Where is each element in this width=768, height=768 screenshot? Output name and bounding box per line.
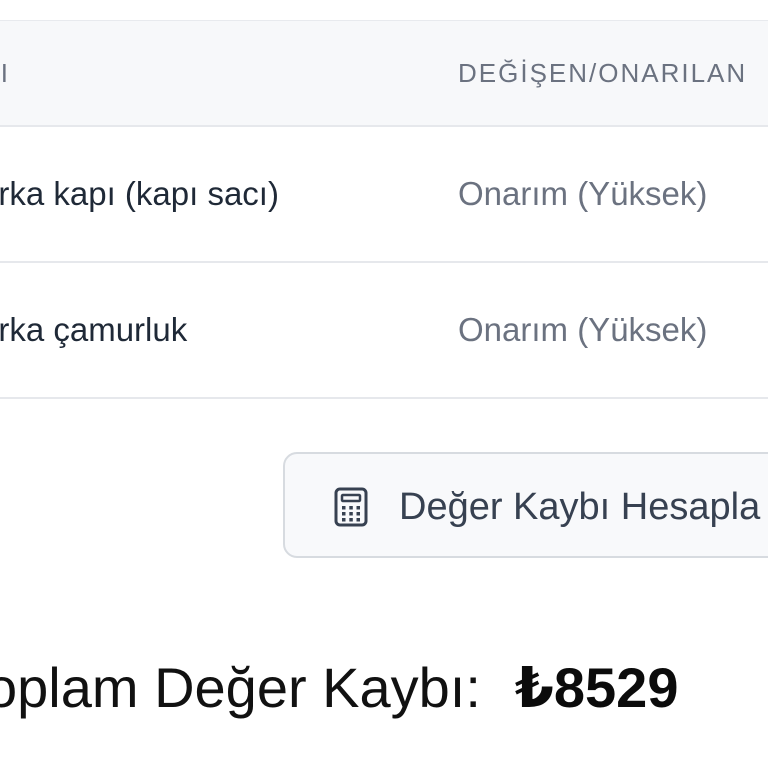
part-name-cell: arka kapı (kapı sacı) — [0, 175, 279, 212]
depreciation-panel: DI DEĞİŞEN/ONARILAN arka kapı (kapı sacı… — [0, 0, 768, 768]
damage-table: DI DEĞİŞEN/ONARILAN arka kapı (kapı sacı… — [0, 20, 768, 399]
repair-status-cell: Onarım (Yüksek) — [458, 311, 708, 348]
column-header-status: DEĞİŞEN/ONARILAN — [458, 58, 748, 88]
total-depreciation: oplam Değer Kaybı: ₺8529 — [0, 640, 678, 736]
calculate-depreciation-button[interactable]: Değer Kaybı Hesapla — [283, 452, 768, 558]
calculate-button-label: Değer Kaybı Hesapla — [399, 486, 761, 528]
total-value: ₺8529 — [514, 656, 679, 719]
column-header-part: DI — [0, 58, 10, 88]
total-label: oplam Değer Kaybı: — [0, 656, 481, 719]
part-name-cell: arka çamurluk — [0, 311, 188, 348]
repair-status-cell: Onarım (Yüksek) — [458, 175, 708, 212]
calculator-icon — [334, 487, 368, 527]
table-row: arka kapı (kapı sacı) Onarım (Yüksek) — [0, 127, 768, 263]
table-header: DI DEĞİŞEN/ONARILAN — [0, 21, 768, 127]
table-row: arka çamurluk Onarım (Yüksek) — [0, 263, 768, 399]
